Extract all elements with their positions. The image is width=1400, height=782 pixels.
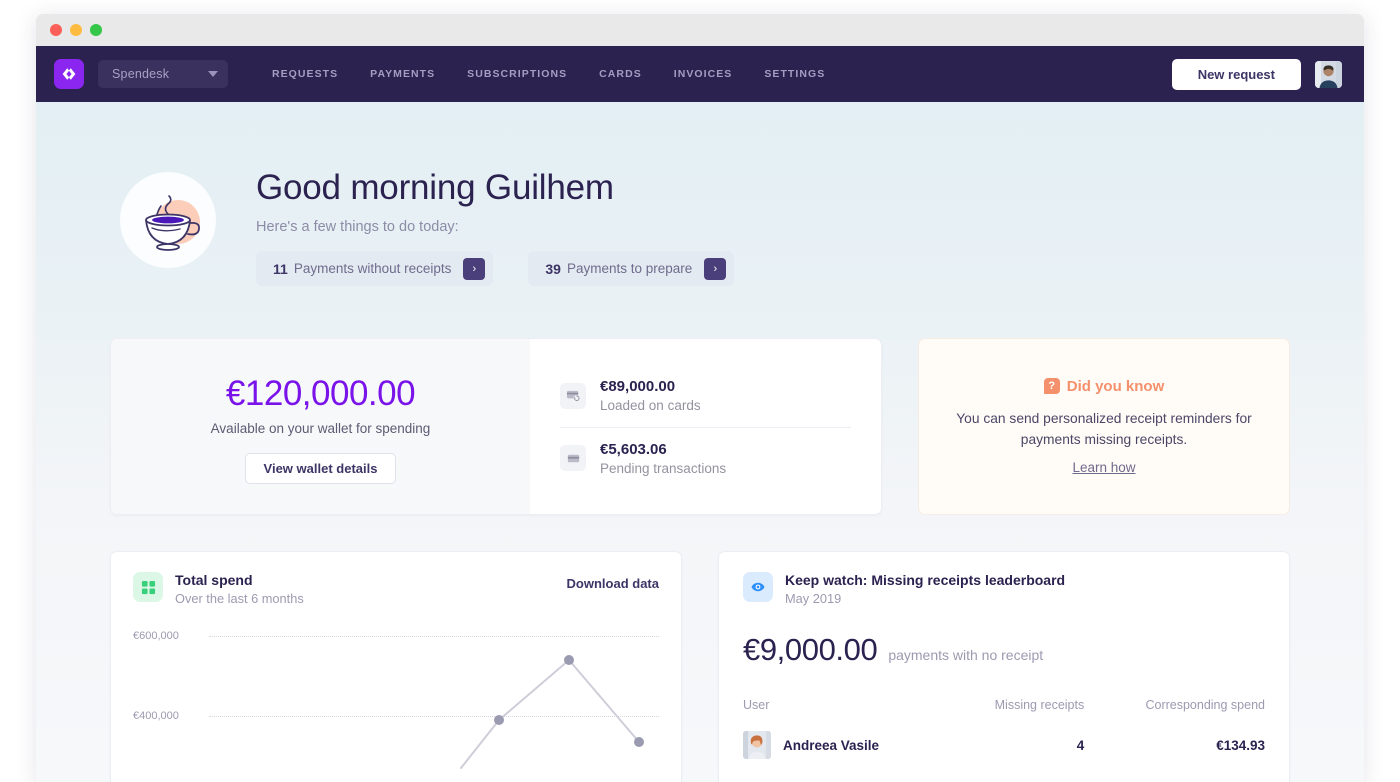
wallet-caption: Available on your wallet for spending [210, 420, 431, 436]
missing-receipts-amount-caption: payments with no receipt [888, 647, 1044, 663]
dashboard-page: Good morning Guilhem Here's a few things… [36, 102, 1364, 782]
nav-link-cards[interactable]: CARDS [583, 68, 658, 80]
tip-title: Did you know [1066, 377, 1165, 395]
tip-header: ? Did you know [1043, 377, 1165, 395]
card-subtitle: Over the last 6 months [175, 591, 304, 606]
wallet-item-label: Loaded on cards [600, 398, 701, 413]
new-request-button[interactable]: New request [1171, 58, 1301, 90]
card-reload-icon [560, 382, 586, 409]
total-spend-titles: Total spend Over the last 6 months [175, 572, 304, 606]
close-window-button[interactable] [50, 24, 62, 36]
wallet-available-amount: €120,000.00 [225, 373, 416, 413]
learn-how-link[interactable]: Learn how [1072, 460, 1135, 475]
chevron-down-icon [208, 71, 218, 77]
eye-icon [743, 572, 773, 602]
summary-cards-row: €120,000.00 Available on your wallet for… [36, 338, 1364, 515]
question-mark-icon: ? [1043, 378, 1060, 395]
wallet-item-text: €5,603.06 Pending transactions [600, 441, 726, 476]
avatar [743, 731, 771, 759]
spendesk-logo-icon[interactable] [54, 59, 84, 89]
missing-receipts-header: Keep watch: Missing receipts leaderboard… [743, 572, 1265, 606]
chevron-right-icon[interactable]: › [704, 257, 727, 280]
data-point [634, 737, 644, 747]
wallet-item-text: €89,000.00 Loaded on cards [600, 378, 701, 413]
missing-receipts-titles: Keep watch: Missing receipts leaderboard… [785, 572, 1065, 606]
card-title: Keep watch: Missing receipts leaderboard [785, 572, 1066, 588]
table-row[interactable]: Andreea Vasile 4 €134.93 [743, 724, 1265, 759]
total-spend-header: Total spend Over the last 6 months Downl… [133, 572, 659, 606]
wallet-balance-panel: €120,000.00 Available on your wallet for… [111, 339, 530, 514]
nav-link-settings[interactable]: SETTINGS [748, 68, 841, 80]
organisation-name: Spendesk [112, 67, 170, 81]
data-point [564, 655, 574, 665]
nav-link-payments[interactable]: PAYMENTS [354, 68, 451, 80]
wallet-breakdown-panel: €89,000.00 Loaded on cards €5,603.06 Pen… [530, 339, 881, 514]
column-header-user: User [743, 698, 770, 712]
detail-cards-row: Total spend Over the last 6 months Downl… [36, 551, 1364, 782]
column-header-missing-receipts: Missing receipts [994, 698, 1085, 712]
missing-receipts-amount: €9,000.00 [743, 632, 878, 667]
chip-payments-without-receipts[interactable]: 11 Payments without receipts › [256, 251, 494, 286]
y-axis-tick-600000: €600,000 [133, 630, 179, 642]
user-name: Andreea Vasile [783, 737, 880, 753]
greeting-text: Good morning Guilhem Here's a few things… [256, 164, 735, 286]
download-data-link[interactable]: Download data [567, 572, 659, 591]
wallet-item-amount: €5,603.06 [600, 440, 667, 458]
app-window: Spendesk REQUESTS PAYMENTS SUBSCRIPTIONS… [36, 14, 1364, 782]
main-nav-links: REQUESTS PAYMENTS SUBSCRIPTIONS CARDS IN… [256, 68, 841, 80]
chip-count: 39 [545, 260, 561, 277]
chip-count: 11 [273, 260, 288, 277]
missing-receipts-card: Keep watch: Missing receipts leaderboard… [718, 551, 1290, 782]
greeting-subtitle: Here's a few things to do today: [256, 219, 459, 235]
organisation-selector[interactable]: Spendesk [98, 60, 228, 88]
tip-body-text: You can send personalized receipt remind… [956, 410, 1252, 447]
zoom-window-button[interactable] [90, 24, 102, 36]
user-cell: Andreea Vasile [743, 731, 949, 759]
nav-link-invoices[interactable]: INVOICES [658, 68, 749, 80]
cell-corresponding-spend: €134.93 [1216, 737, 1265, 753]
chevron-right-icon[interactable]: › [463, 257, 486, 280]
card-subtitle: May 2019 [785, 591, 842, 606]
missing-receipts-table: User Missing receipts Corresponding spen… [743, 698, 1265, 759]
column-header-corresponding-spend: Corresponding spend [1145, 698, 1265, 712]
data-point [494, 715, 504, 725]
nav-link-requests[interactable]: REQUESTS [256, 68, 354, 80]
missing-receipts-amount-row: €9,000.00 payments with no receipt [743, 632, 1265, 668]
cell-user: Andreea Vasile [743, 724, 949, 759]
chip-label: Payments without receipts [293, 261, 452, 276]
nav-link-subscriptions[interactable]: SUBSCRIPTIONS [451, 68, 583, 80]
y-axis-tick-400000: €400,000 [133, 710, 179, 722]
total-spend-card: Total spend Over the last 6 months Downl… [110, 551, 682, 782]
top-navigation-bar: Spendesk REQUESTS PAYMENTS SUBSCRIPTIONS… [36, 46, 1364, 102]
window-titlebar [36, 14, 1364, 46]
cell-missing-receipts: 4 [1076, 737, 1085, 753]
table-header-row: User Missing receipts Corresponding spen… [743, 698, 1265, 724]
card-title: Total spend [175, 572, 253, 588]
did-you-know-card: ? Did you know You can send personalized… [918, 338, 1290, 515]
nav-right-group: New request [1171, 58, 1342, 90]
minimize-window-button[interactable] [70, 24, 82, 36]
total-spend-chart: €600,000 €400,000 [133, 628, 659, 782]
todo-chips: 11 Payments without receipts › 39 Paymen… [256, 251, 735, 286]
spend-line-series [460, 655, 644, 769]
chip-label: Payments to prepare [566, 261, 693, 276]
page-title: Good morning Guilhem [256, 168, 614, 207]
wallet-item-loaded-on-cards: €89,000.00 Loaded on cards [560, 365, 851, 427]
wallet-card: €120,000.00 Available on your wallet for… [110, 338, 882, 515]
credit-card-icon [560, 445, 586, 471]
coffee-cup-icon [120, 172, 216, 268]
chip-payments-to-prepare[interactable]: 39 Payments to prepare › [528, 251, 735, 286]
wallet-item-label: Pending transactions [600, 460, 727, 476]
view-wallet-details-button[interactable]: View wallet details [244, 452, 397, 484]
avatar[interactable] [1315, 60, 1342, 88]
wallet-item-amount: €89,000.00 [600, 378, 676, 395]
grid-icon [133, 572, 163, 602]
wallet-item-pending-transactions: €5,603.06 Pending transactions [560, 426, 851, 489]
greeting-section: Good morning Guilhem Here's a few things… [36, 102, 1364, 286]
